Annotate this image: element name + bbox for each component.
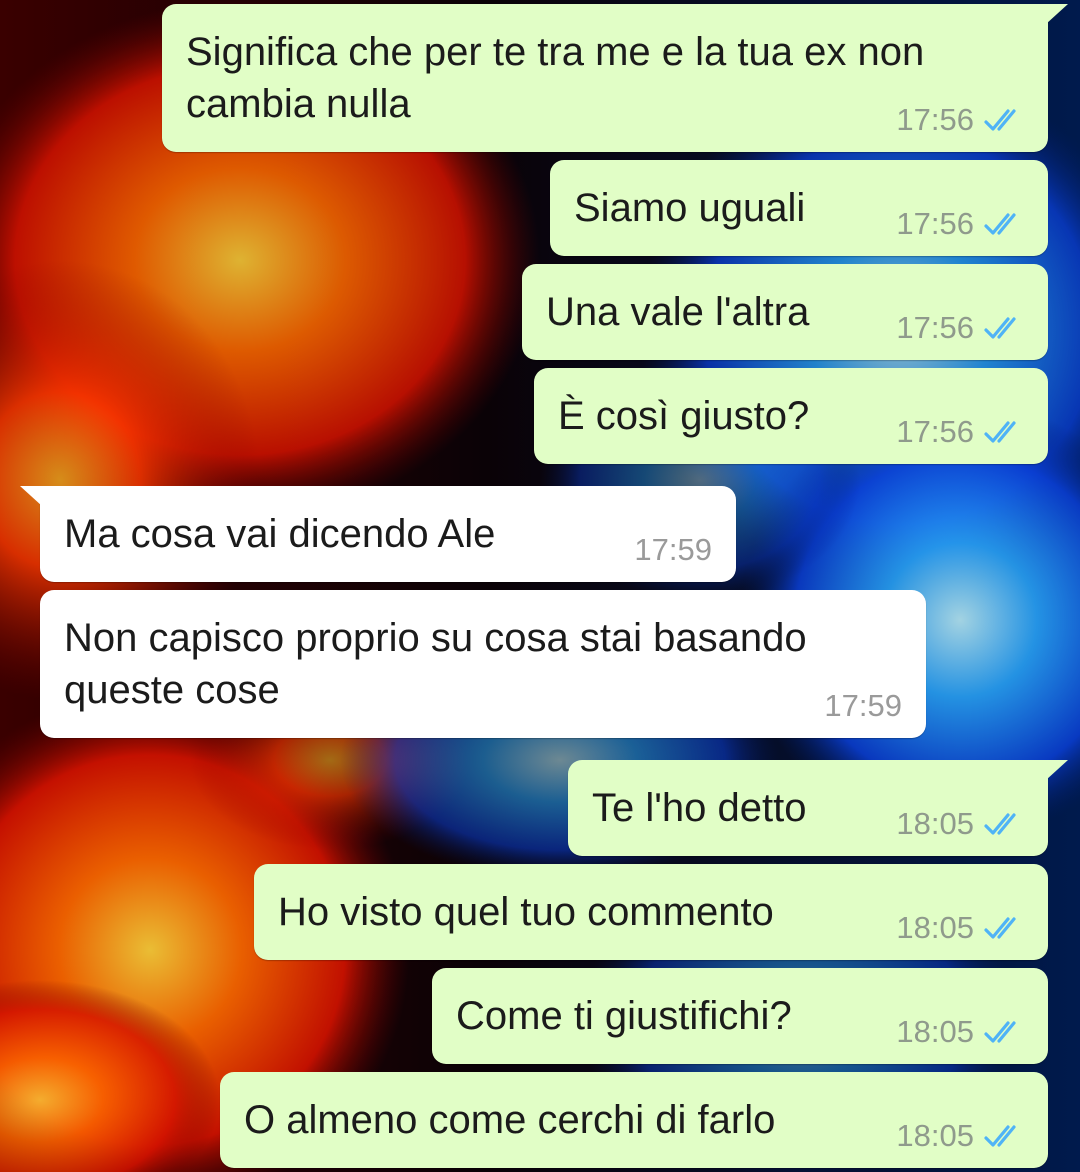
- message-text: Ma cosa vai dicendo Ale: [64, 512, 496, 556]
- double-check-read-icon: [984, 421, 1016, 443]
- message-time: 17:56: [896, 102, 974, 137]
- double-check-read-icon: [984, 317, 1016, 339]
- bubble-tail: [1046, 760, 1068, 780]
- message-text: È così giusto?: [558, 394, 810, 438]
- message-time: 18:05: [896, 910, 974, 945]
- message-text: Una vale l'altra: [546, 290, 810, 334]
- message-outgoing[interactable]: Siamo uguali 17:56: [550, 160, 1048, 256]
- message-text: Te l'ho detto: [592, 786, 807, 830]
- message-outgoing[interactable]: È così giusto? 17:56: [534, 368, 1048, 464]
- message-outgoing[interactable]: Te l'ho detto 18:05: [568, 760, 1068, 856]
- message-incoming[interactable]: Ma cosa vai dicendo Ale 17:59: [20, 486, 736, 582]
- message-time: 18:05: [896, 1014, 974, 1049]
- message-time: 17:56: [896, 310, 974, 345]
- message-time: 18:05: [896, 1118, 974, 1153]
- message-time: 18:05: [896, 806, 974, 841]
- double-check-read-icon: [984, 1125, 1016, 1147]
- message-outgoing[interactable]: Ho visto quel tuo commento 18:05: [254, 864, 1048, 960]
- message-text: Come ti giustifichi?: [456, 994, 792, 1038]
- message-time: 17:59: [634, 532, 712, 567]
- message-text: Significa che per te tra me e la tua ex …: [186, 30, 925, 126]
- message-outgoing[interactable]: Una vale l'altra 17:56: [522, 264, 1048, 360]
- double-check-read-icon: [984, 109, 1016, 131]
- message-text: Non capisco proprio su cosa stai basando…: [64, 616, 807, 712]
- message-time: 17:56: [896, 206, 974, 241]
- message-outgoing[interactable]: Come ti giustifichi? 18:05: [432, 968, 1048, 1064]
- bubble-tail: [1046, 4, 1068, 24]
- message-outgoing[interactable]: O almeno come cerchi di farlo 18:05: [220, 1072, 1048, 1168]
- message-time: 17:56: [896, 414, 974, 449]
- message-outgoing[interactable]: Significa che per te tra me e la tua ex …: [162, 4, 1068, 152]
- double-check-read-icon: [984, 917, 1016, 939]
- double-check-read-icon: [984, 213, 1016, 235]
- bubble-tail: [20, 486, 42, 506]
- message-incoming[interactable]: Non capisco proprio su cosa stai basando…: [40, 590, 926, 738]
- message-text: Ho visto quel tuo commento: [278, 890, 774, 934]
- message-text: Siamo uguali: [574, 186, 806, 230]
- message-time: 17:59: [824, 688, 902, 723]
- double-check-read-icon: [984, 1021, 1016, 1043]
- double-check-read-icon: [984, 813, 1016, 835]
- message-text: O almeno come cerchi di farlo: [244, 1098, 776, 1142]
